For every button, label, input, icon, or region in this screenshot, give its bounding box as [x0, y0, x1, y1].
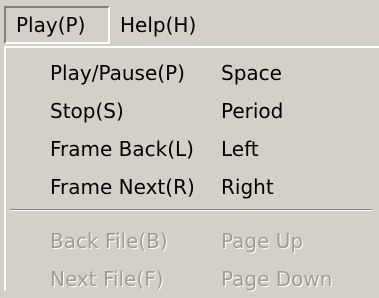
menu-help[interactable]: Help(H) [116, 6, 216, 44]
menu-item-shortcut: Space [221, 61, 282, 85]
menu-item-shortcut: Right [221, 175, 274, 199]
menu-item-label: Back File(B) [50, 229, 168, 253]
menu-item-label: Stop(S) [50, 99, 124, 123]
menu-item-label: Frame Next(R) [50, 175, 195, 199]
menu-bar: Play(P) Help(H) [0, 0, 379, 46]
play-menu-dropdown: Play/Pause(P) Space Stop(S) Period Frame… [4, 46, 379, 291]
menu-item-frame-back[interactable]: Frame Back(L) Left [6, 130, 379, 168]
menu-item-label: Play/Pause(P) [50, 61, 185, 85]
menu-item-shortcut: Page Up [221, 229, 304, 253]
menu-item-back-file: Back File(B) Page Up [6, 222, 379, 260]
menu-item-frame-next[interactable]: Frame Next(R) Right [6, 168, 379, 206]
menu-item-label: Frame Back(L) [50, 137, 194, 161]
menu-item-shortcut: Page Down [221, 267, 333, 291]
menu-item-next-file: Next File(F) Page Down [6, 260, 379, 298]
menu-item-shortcut: Period [221, 99, 284, 123]
menu-item-shortcut: Left [221, 137, 259, 161]
menu-item-play-pause[interactable]: Play/Pause(P) Space [6, 54, 379, 92]
menu-item-label: Next File(F) [50, 267, 164, 291]
menu-play[interactable]: Play(P) [4, 6, 110, 44]
menu-separator [10, 209, 372, 211]
menu-item-stop[interactable]: Stop(S) Period [6, 92, 379, 130]
